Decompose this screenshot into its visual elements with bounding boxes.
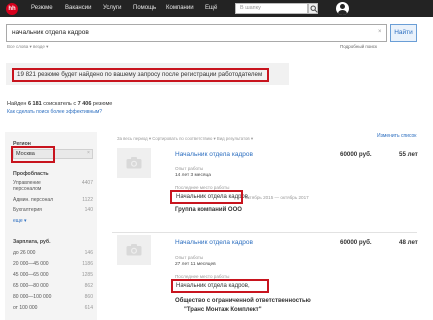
nav-item-services[interactable]: Услуги	[103, 5, 121, 11]
highlight-box	[171, 279, 269, 293]
salary-range-item[interactable]: от 100 000 614	[13, 305, 93, 311]
resume-title-link[interactable]: Начальник отдела кадров	[175, 239, 253, 246]
search-mode-selectors[interactable]: Все слова ▾ везде ▾	[7, 44, 48, 50]
salary-range-label: 80 000—100 000	[13, 294, 52, 300]
results-divider	[112, 232, 417, 233]
salary-range-count: 1285	[81, 272, 93, 278]
candidate-photo-placeholder	[117, 235, 151, 265]
results-count: Найден 6 181 соискатель с 7 406 резюме	[7, 101, 112, 107]
candidate-age: 48 лет	[399, 239, 418, 246]
candidate-age: 55 лет	[399, 151, 418, 158]
change-list-link[interactable]: Изменить список	[377, 133, 416, 139]
salary-range-item[interactable]: до 26 000 146	[13, 250, 93, 256]
profarea-count: 140	[84, 207, 93, 213]
salary-range-item[interactable]: 45 000—65 000 1285	[13, 272, 93, 278]
salary-range-item[interactable]: 20 000—45 000 1186	[13, 261, 93, 267]
nav-item-vacancies[interactable]: Вакансии	[65, 5, 91, 11]
results-toolbar[interactable]: За весь период ▾ Сортировать по соответс…	[117, 136, 253, 142]
results-count-suffix: резюме	[91, 101, 113, 107]
resume-search-input[interactable]: начальник отдела кадров	[6, 24, 387, 42]
profarea-item[interactable]: Бухгалтерия 140	[13, 207, 93, 213]
registration-banner-text: 19 821 резюме будет найдено по вашему за…	[17, 71, 263, 78]
nav-item-resume[interactable]: Резюме	[31, 5, 53, 11]
salary-range-item[interactable]: 80 000—100 000 860	[13, 294, 93, 300]
results-count-prefix: Найден	[7, 101, 28, 107]
salary-range-count: 1186	[82, 261, 93, 267]
last-job-company: Общество с ограниченной ответственностью	[175, 298, 311, 304]
profarea-label: еще ▾	[13, 218, 27, 224]
salary-heading: Зарплата, руб.	[13, 239, 51, 245]
salary-range-count: 862	[84, 283, 93, 289]
salary-range-count: 614	[84, 305, 93, 311]
highlight-box	[11, 146, 55, 163]
camera-icon	[126, 157, 142, 169]
profarea-heading: Профобласть	[13, 171, 49, 177]
hh-logo[interactable]: hh	[6, 3, 18, 15]
highlight-box	[170, 190, 243, 204]
salary-range-label: 65 000—80 000	[13, 283, 49, 289]
camera-icon	[126, 244, 142, 256]
clear-search-icon[interactable]: ×	[378, 29, 382, 35]
last-job-company: Группа компаний ООО	[175, 207, 242, 213]
last-job-period: октябрь 2015 — октябрь 2017	[245, 195, 309, 200]
salary-range-label: до 26 000	[13, 250, 36, 256]
profarea-label: персоналом	[13, 186, 42, 192]
nav-item-companies[interactable]: Компании	[166, 5, 194, 11]
salary-range-count: 146	[84, 250, 93, 256]
resume-title-link[interactable]: Начальник отдела кадров	[175, 151, 253, 158]
applicant-count: 6 181	[27, 101, 42, 107]
profarea-label: Бухгалтерия	[13, 207, 42, 213]
experience-value: 27 лет 11 месяцев	[175, 262, 216, 267]
search-icon	[310, 5, 318, 13]
nav-item-more[interactable]: Ещё	[205, 5, 217, 11]
profarea-item-continued[interactable]: персоналом	[13, 186, 93, 192]
search-tips-link[interactable]: Как сделать поиск более эффективным?	[7, 109, 102, 115]
salary-range-item[interactable]: 65 000—80 000 862	[13, 283, 93, 289]
region-clear-icon[interactable]: ×	[87, 150, 90, 156]
salary-range-count: 860	[84, 294, 93, 300]
profarea-more-link[interactable]: еще ▾	[13, 218, 93, 224]
salary-range-label: 20 000—45 000	[13, 261, 49, 267]
resume-salary: 60000 руб.	[340, 151, 372, 158]
candidate-photo-placeholder	[117, 148, 151, 178]
experience-label: Опыт работы	[175, 166, 204, 171]
nav-item-help[interactable]: Помощь	[133, 5, 156, 11]
salary-range-label: 45 000—65 000	[13, 272, 49, 278]
find-button[interactable]: Найти	[390, 24, 417, 42]
profarea-label: Админ. персонал	[13, 197, 54, 203]
resume-total: 7 406	[77, 101, 92, 107]
experience-value: 14 лет 3 месяца	[175, 173, 211, 178]
last-job-company-name: "Транс Монтаж Комплект"	[184, 307, 262, 313]
user-avatar-icon[interactable]	[336, 2, 349, 15]
header-search-input[interactable]: В шапку	[235, 3, 308, 14]
header-search-button[interactable]	[308, 3, 318, 14]
advanced-search-link[interactable]: Подробный поиск	[340, 44, 377, 49]
profarea-item[interactable]: Админ. персонал 1122	[13, 197, 93, 203]
resume-salary: 60000 руб.	[340, 239, 372, 246]
experience-label: Опыт работы	[175, 255, 204, 260]
salary-range-label: от 100 000	[13, 305, 38, 311]
profarea-count: 1122	[82, 197, 93, 203]
results-count-middle: соискатель с	[41, 101, 78, 107]
